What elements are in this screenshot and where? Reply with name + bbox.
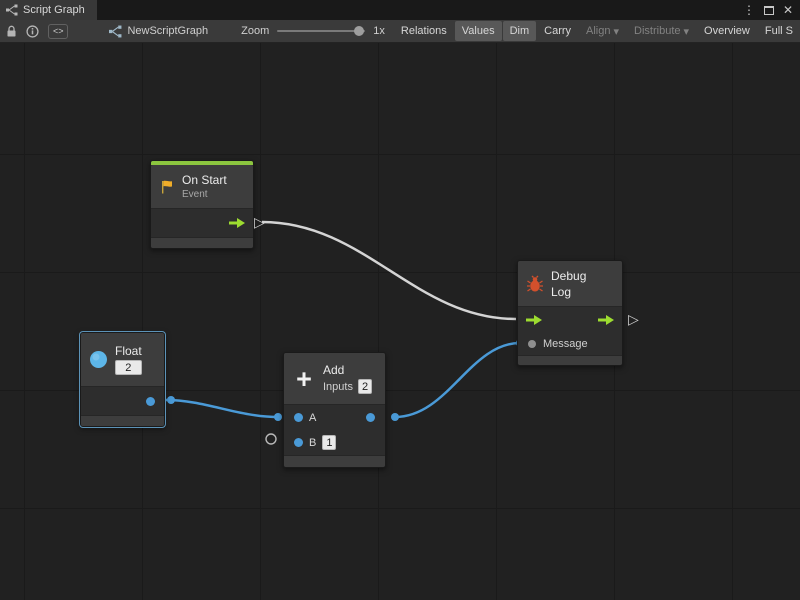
node-title: Float [115, 344, 142, 358]
message-label: Message [543, 338, 588, 350]
wire-endpoint-dot [167, 396, 175, 404]
node-header: Debug Log [518, 261, 622, 307]
toolbar-buttons: Relations Values Dim Carry Align▾ Distri… [394, 21, 800, 42]
unconnected-port-ring-icon [266, 434, 276, 444]
fullscreen-button[interactable]: Full S [758, 21, 800, 41]
flow-output-port[interactable] [229, 218, 245, 228]
float-icon [89, 350, 108, 369]
node-on-start[interactable]: On Start Event [150, 160, 254, 249]
caret-down-icon: ▾ [684, 25, 690, 38]
float-value-field[interactable]: 2 [115, 360, 142, 375]
value-output-port[interactable] [146, 397, 155, 406]
overview-button[interactable]: Overview [697, 21, 757, 41]
script-graph-icon [109, 25, 122, 38]
relations-button[interactable]: Relations [394, 21, 454, 41]
node-header: + Add Inputs 2 [284, 353, 385, 405]
node-header: On Start Event [151, 165, 253, 209]
flag-icon [159, 179, 175, 195]
bug-icon [526, 275, 544, 293]
maximize-icon[interactable] [764, 6, 774, 15]
flow-output-port[interactable] [598, 315, 614, 325]
zoom-slider-handle[interactable] [354, 26, 364, 36]
node-footer [518, 355, 622, 365]
node-float[interactable]: Float 2 [80, 332, 165, 427]
dim-button[interactable]: Dim [503, 21, 537, 41]
values-button[interactable]: Values [455, 21, 502, 41]
graph-name-group: NewScriptGraph [109, 25, 208, 38]
node-add[interactable]: + Add Inputs 2 A B 1 [283, 352, 386, 468]
close-icon[interactable]: ✕ [783, 4, 793, 16]
tab-title: Script Graph [23, 4, 85, 16]
ports-row [151, 209, 253, 237]
flow-ports-row [518, 307, 622, 333]
connections-layer [0, 43, 800, 600]
window-titlebar: Script Graph ⋮ ✕ [0, 0, 800, 20]
node-footer [151, 237, 253, 248]
zoom-control: Zoom 1x [241, 25, 385, 37]
trigger-arrow-icon: ▷ [628, 312, 639, 326]
inputs-label: Inputs [323, 381, 353, 393]
lock-icon[interactable] [6, 25, 17, 38]
trigger-arrow-icon: ▷ [254, 215, 265, 229]
port-label-b: B [309, 437, 316, 449]
caret-down-icon: ▾ [614, 25, 620, 38]
connection-float-to-add-a [166, 400, 278, 417]
value-output-port[interactable] [366, 413, 375, 422]
input-port-a[interactable] [294, 413, 303, 422]
ports-row [81, 387, 164, 415]
edit-source-icon[interactable]: <> [48, 24, 68, 39]
node-footer [284, 455, 385, 467]
tab-script-graph[interactable]: Script Graph [0, 0, 97, 20]
graph-toolbar: <> NewScriptGraph Zoom 1x Relations Valu… [0, 20, 800, 43]
carry-button[interactable]: Carry [537, 21, 578, 41]
input-port-b[interactable] [294, 438, 303, 447]
node-subtitle: Log [551, 285, 586, 299]
align-button[interactable]: Align▾ [579, 21, 626, 42]
graph-name-label: NewScriptGraph [127, 25, 208, 37]
port-label-a: A [309, 412, 316, 424]
node-title: On Start [182, 173, 227, 187]
node-footer [81, 415, 164, 426]
info-icon[interactable] [26, 25, 39, 38]
wire-endpoint-dot [391, 413, 399, 421]
connection-onstart-to-debug [262, 222, 516, 319]
node-title: Debug [551, 269, 586, 283]
node-title: Add [323, 363, 372, 377]
node-debug-log[interactable]: Debug Log Message [517, 260, 623, 366]
add-icon: + [292, 367, 316, 391]
flow-input-port[interactable] [526, 315, 542, 325]
graph-tab-icon [6, 4, 18, 16]
node-subtitle: Event [182, 189, 227, 200]
connection-add-to-message [395, 343, 520, 417]
port-row-b: B 1 [284, 430, 385, 455]
inputs-count-field[interactable]: 2 [358, 379, 372, 394]
zoom-value: 1x [373, 25, 385, 37]
menu-icon[interactable]: ⋮ [743, 4, 755, 16]
message-port-row: Message [518, 333, 622, 355]
wire-endpoint-dot [274, 413, 282, 421]
port-row-a: A [284, 405, 385, 430]
node-header: Float 2 [81, 333, 164, 387]
port-b-value-field[interactable]: 1 [322, 435, 336, 450]
distribute-button[interactable]: Distribute▾ [627, 21, 696, 42]
zoom-label: Zoom [241, 25, 269, 37]
message-input-port[interactable] [528, 340, 536, 348]
zoom-slider[interactable] [277, 30, 365, 32]
graph-canvas[interactable]: On Start Event ▷ Float 2 [0, 43, 800, 600]
window-controls: ⋮ ✕ [743, 0, 800, 20]
